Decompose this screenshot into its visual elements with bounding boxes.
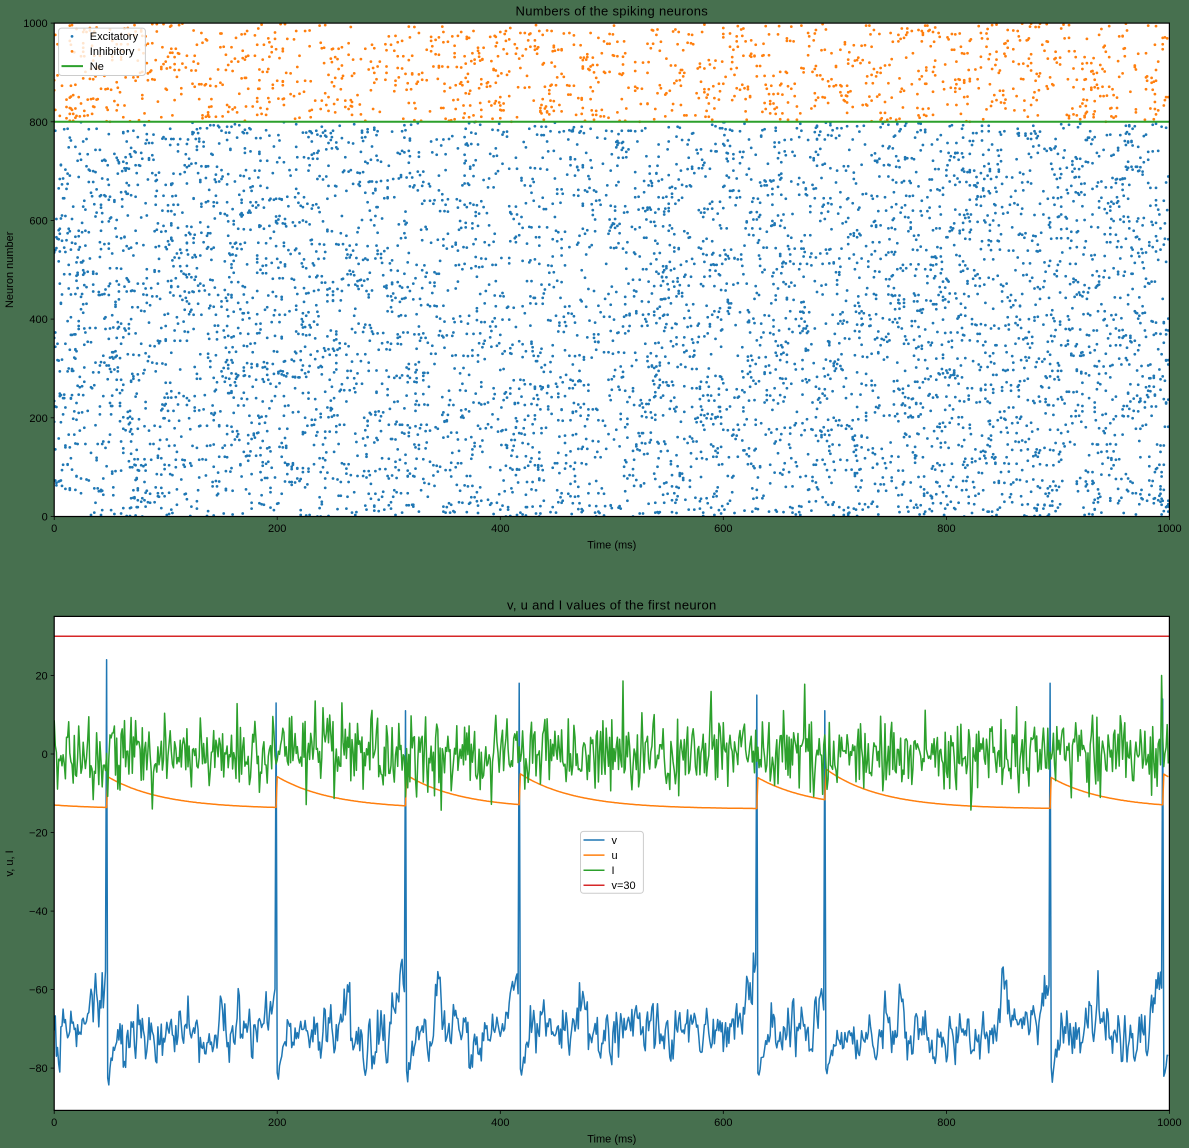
svg-text:Numbers of the spiking neurons: Numbers of the spiking neurons (516, 4, 709, 19)
svg-text:Time (ms): Time (ms) (587, 540, 636, 552)
svg-text:0: 0 (51, 523, 57, 535)
svg-text:800: 800 (937, 523, 955, 535)
svg-text:600: 600 (714, 1117, 732, 1129)
svg-text:Ne: Ne (90, 61, 104, 73)
svg-text:−20: −20 (29, 828, 48, 840)
svg-text:Inhibitory: Inhibitory (90, 46, 135, 58)
svg-text:200: 200 (29, 413, 47, 425)
svg-text:200: 200 (268, 1117, 286, 1129)
svg-text:Neuron number: Neuron number (4, 231, 16, 308)
svg-text:800: 800 (937, 1117, 955, 1129)
svg-text:200: 200 (268, 523, 286, 535)
svg-text:400: 400 (491, 1117, 509, 1129)
svg-text:600: 600 (29, 216, 47, 228)
svg-text:Excitatory: Excitatory (90, 31, 139, 43)
svg-text:0: 0 (51, 1117, 57, 1129)
svg-text:400: 400 (491, 523, 509, 535)
svg-text:−60: −60 (29, 985, 48, 997)
svg-text:0: 0 (42, 512, 48, 524)
svg-text:v=30: v=30 (612, 880, 636, 892)
svg-text:1000: 1000 (23, 18, 47, 30)
svg-text:1000: 1000 (1157, 1117, 1181, 1129)
svg-text:−80: −80 (29, 1063, 48, 1075)
svg-text:−40: −40 (29, 906, 48, 918)
svg-text:0: 0 (42, 749, 48, 761)
svg-text:I: I (612, 865, 615, 877)
svg-text:600: 600 (714, 523, 732, 535)
svg-text:u: u (612, 850, 618, 862)
svg-text:Time (ms): Time (ms) (587, 1134, 636, 1146)
svg-text:400: 400 (29, 314, 47, 326)
svg-text:1000: 1000 (1157, 523, 1181, 535)
svg-text:800: 800 (29, 117, 47, 129)
svg-text:20: 20 (35, 671, 47, 683)
svg-text:v, u and I values of the first: v, u and I values of the first neuron (507, 597, 717, 612)
svg-text:v: v (612, 835, 618, 847)
svg-text:v, u, I: v, u, I (4, 850, 16, 876)
